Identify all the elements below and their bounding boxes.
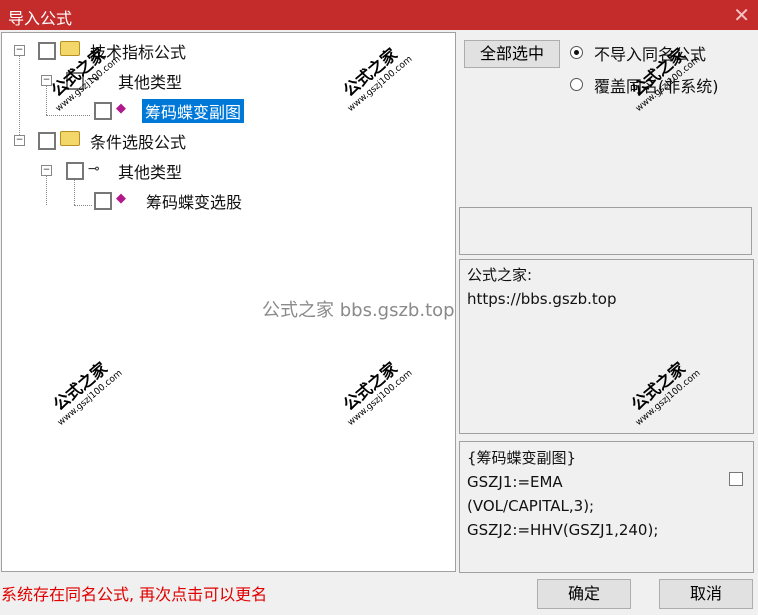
- folder-icon: [60, 131, 80, 146]
- status-message: 系统存在同名公式, 再次点击可以更名: [1, 585, 268, 604]
- tree-connector: [46, 115, 90, 116]
- formula-icon: ◆: [116, 101, 126, 116]
- folder-icon: [60, 41, 80, 56]
- window-title: 导入公式: [8, 9, 73, 28]
- collapse-icon[interactable]: −: [14, 45, 25, 56]
- checkbox[interactable]: [38, 132, 56, 150]
- close-icon[interactable]: ✕: [733, 3, 750, 27]
- info-panel: 公式之家: https://bbs.gszb.top: [459, 259, 754, 434]
- ok-button[interactable]: 确定: [537, 579, 631, 609]
- checkbox[interactable]: [94, 192, 112, 210]
- tree-connector: [74, 205, 92, 206]
- formula-line: GSZJ2:=HHV(GSZJ1,240);: [467, 521, 659, 539]
- formula-line: (VOL/CAPITAL,3);: [467, 497, 595, 515]
- tree-item-label: 条件选股公式: [90, 133, 187, 152]
- key-icon: ⊸: [88, 161, 100, 177]
- tree-connector: [46, 173, 47, 205]
- formula-preview: {筹码蝶变副图} GSZJ1:=EMA (VOL/CAPITAL,3); GSZ…: [459, 441, 754, 573]
- tree-item-label: 其他类型: [118, 73, 183, 92]
- cancel-button[interactable]: 取消: [659, 579, 753, 609]
- formula-line: {筹码蝶变副图}: [467, 449, 577, 467]
- center-watermark: 公式之家 bbs.gszb.top: [262, 300, 455, 321]
- preview-checkbox[interactable]: [729, 472, 743, 486]
- tree-item-label: 筹码蝶变选股: [146, 193, 243, 212]
- select-all-button[interactable]: 全部选中: [464, 40, 560, 68]
- radio-no-import-duplicate[interactable]: [570, 46, 583, 59]
- checkbox[interactable]: [38, 42, 56, 60]
- formula-line: GSZJ1:=EMA: [467, 473, 563, 491]
- info-url: https://bbs.gszb.top: [467, 290, 617, 308]
- info-site-label: 公式之家:: [467, 266, 533, 284]
- title-bar: 导入公式 ✕: [0, 0, 758, 30]
- tree-connector: [19, 51, 20, 141]
- tree-item-label: 其他类型: [118, 163, 183, 182]
- tree-item-label-selected: 筹码蝶变副图: [142, 99, 245, 123]
- formula-icon: ◆: [116, 191, 126, 206]
- collapse-icon[interactable]: −: [14, 135, 25, 146]
- empty-input-box[interactable]: [459, 207, 752, 255]
- collapse-icon[interactable]: −: [41, 165, 52, 176]
- checkbox[interactable]: [94, 102, 112, 120]
- radio-overwrite[interactable]: [570, 78, 583, 91]
- checkbox[interactable]: [66, 162, 84, 180]
